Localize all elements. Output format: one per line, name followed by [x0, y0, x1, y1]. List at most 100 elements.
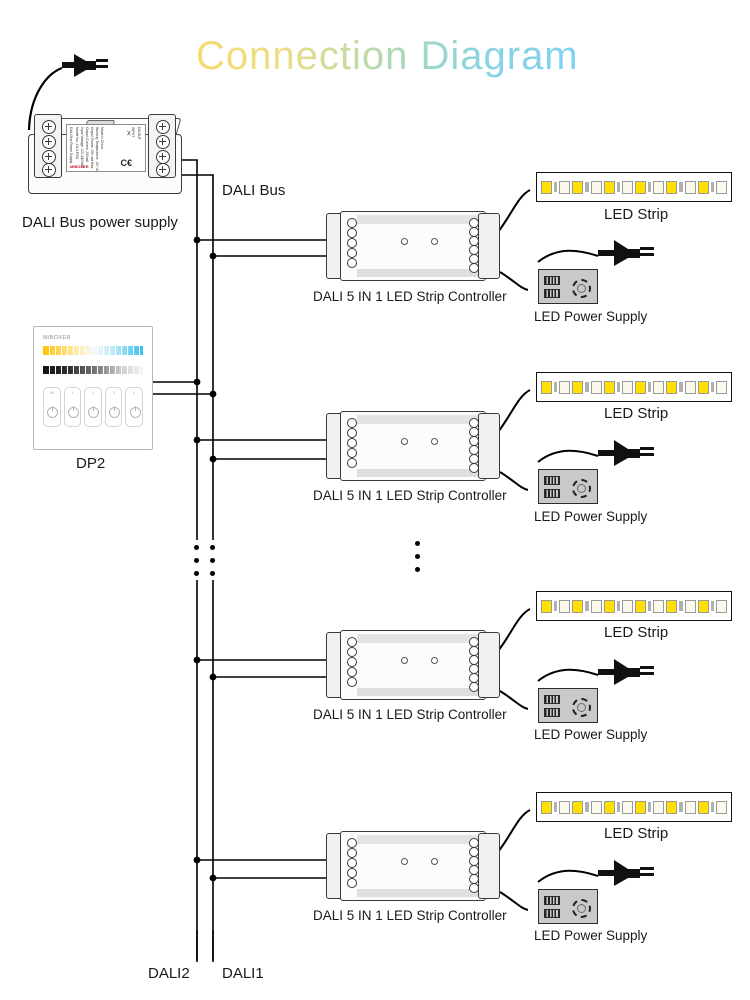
dali1-label: DALI1 [222, 965, 264, 982]
dali-bus-power-supply-caption: DALI Bus power supply [22, 214, 178, 231]
dp2-button-4-label: 4 [133, 391, 136, 395]
page-title: Connection Diagram [196, 34, 579, 78]
dp2-brightness-slider[interactable] [43, 366, 143, 374]
dali2-label: DALI2 [148, 965, 190, 982]
weee-bin-icon: ☓ [126, 129, 131, 138]
controller-3-right-cap [478, 632, 500, 698]
power-symbol-icon [47, 406, 59, 418]
indicator-dot [401, 657, 408, 664]
controller-4[interactable] [326, 831, 500, 901]
led-power-supply-3 [538, 688, 598, 723]
psu-label-line-2: Input Voltage: 100-240VAC [80, 127, 84, 168]
led-strip-4 [536, 792, 732, 822]
led-power-supply-4 [538, 889, 598, 924]
ctrl4-to-strip [497, 809, 531, 853]
led-strip-1-caption: LED Strip [604, 206, 669, 223]
connection-diagram: Connection Diagram DALI Bus Power Supply… [0, 0, 750, 1000]
controller-2-body [340, 411, 497, 481]
psu-label-line-0: DALI Bus Power Supply [69, 127, 73, 164]
psu-label-line-5: Working Temperature: -20~40°C [95, 127, 99, 172]
controller-accent-wire [472, 265, 494, 887]
psu-brand: MiBOXER [70, 164, 89, 169]
controller-4-caption: DALI 5 IN 1 LED Strip Controller [313, 908, 507, 923]
controller-2[interactable] [326, 411, 500, 481]
psu-input-terminal [34, 114, 62, 178]
controller-1[interactable] [326, 211, 500, 281]
indicator-dot [401, 438, 408, 445]
dp2-panel[interactable]: MiBOXER All 1 2 3 4 [33, 326, 153, 450]
ctrl2-to-strip [497, 389, 531, 433]
psu-spec-label: DALI Bus Power Supply Model No.: DLX-PSU… [66, 124, 146, 172]
dp2-button-all-label: All [49, 391, 54, 395]
led-power-supply-1-caption: LED Power Supply [534, 309, 648, 324]
ctrl3-to-strip [497, 608, 531, 652]
bus-continuation-dots-right [210, 545, 215, 584]
ce-mark-icon: C€ [120, 158, 132, 168]
dp2-brand: MiBOXER [43, 335, 71, 341]
controller-continuation-dots [415, 541, 420, 580]
psu-label-line-3: Output Current: 250mA [85, 127, 89, 163]
dp2-button-1[interactable]: 1 [63, 387, 82, 427]
led-power-supply-2 [538, 469, 598, 504]
fan-vent-icon [572, 698, 591, 717]
led-strip-2-caption: LED Strip [604, 405, 669, 422]
dp2-zone-buttons: All 1 2 3 4 [43, 387, 143, 427]
indicator-dot [431, 438, 438, 445]
dp2-button-all[interactable]: All [43, 387, 61, 427]
driver1-to-plug [537, 249, 599, 263]
dp2-cct-slider[interactable] [43, 346, 143, 355]
controller-1-caption: DALI 5 IN 1 LED Strip Controller [313, 289, 507, 304]
bus-tails [196, 930, 214, 962]
led-strip-2 [536, 372, 732, 402]
bus-continuation-dots-left [194, 545, 199, 584]
dp2-button-3[interactable]: 3 [104, 387, 123, 427]
dali-bus-power-supply: DALI Bus Power Supply Model No.: DLX-PSU… [28, 114, 183, 196]
led-strip-3-caption: LED Strip [604, 624, 669, 641]
indicator-dot [431, 657, 438, 664]
power-symbol-icon [88, 406, 100, 418]
led-strip-4-caption: LED Strip [604, 825, 669, 842]
ctrl1-to-driver [499, 271, 529, 291]
power-symbol-icon [109, 406, 121, 418]
led-power-supply-2-caption: LED Power Supply [534, 509, 648, 524]
dp2-button-1-label: 1 [71, 391, 74, 395]
power-symbol-icon [129, 406, 141, 418]
fan-vent-icon [572, 479, 591, 498]
fan-vent-icon [572, 279, 591, 298]
controller-1-right-cap [478, 213, 500, 279]
controller-4-body [340, 831, 497, 901]
psu-label-line-4: Output Power: 250 mA Max [90, 127, 94, 169]
psu-label-line-1: Model No.: DLX-PSU [75, 127, 79, 160]
psu-terminal-out-label: DA OUT [137, 127, 141, 140]
dp2-button-2[interactable]: 2 [84, 387, 102, 427]
controller-1-body [340, 211, 497, 281]
indicator-dot [401, 238, 408, 245]
led-strip-3 [536, 591, 732, 621]
controller-3-body [340, 630, 497, 700]
indicator-dot [431, 238, 438, 245]
dp2-caption: DP2 [76, 455, 106, 472]
led-strip-1 [536, 172, 732, 202]
driver4-to-plug [537, 869, 599, 883]
dp2-button-2-label: 2 [91, 391, 94, 395]
power-symbol-icon [67, 406, 79, 418]
driver2-to-plug [537, 449, 599, 463]
driver3-to-plug [537, 668, 599, 682]
indicator-dot [431, 858, 438, 865]
psu-terminal-in-label: INPUT [131, 127, 135, 138]
dali-bus-label: DALI Bus [222, 182, 286, 199]
dp2-button-4[interactable]: 4 [125, 387, 143, 427]
ctrl1-to-strip [497, 189, 531, 233]
fan-vent-icon [572, 899, 591, 918]
psu-output-terminal [148, 114, 176, 178]
controller-2-right-cap [478, 413, 500, 479]
controller-4-right-cap [478, 833, 500, 899]
led-power-supply-4-caption: LED Power Supply [534, 928, 648, 943]
controller-2-caption: DALI 5 IN 1 LED Strip Controller [313, 488, 507, 503]
psu-label-line-6: Made in China [100, 127, 104, 149]
controller-3-caption: DALI 5 IN 1 LED Strip Controller [313, 707, 507, 722]
controller-3[interactable] [326, 630, 500, 700]
led-power-supply-3-caption: LED Power Supply [534, 727, 648, 742]
dp2-button-3-label: 3 [112, 391, 115, 395]
led-power-supply-1 [538, 269, 598, 304]
